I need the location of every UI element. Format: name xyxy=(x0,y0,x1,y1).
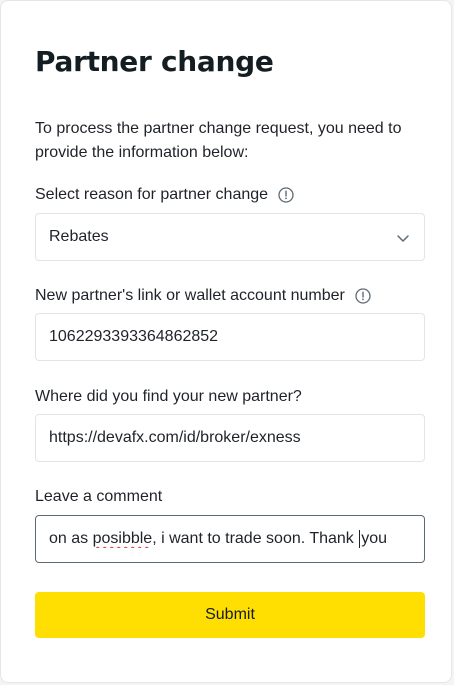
info-icon[interactable] xyxy=(355,288,371,304)
partner-link-label: New partner's link or wallet account num… xyxy=(35,287,345,304)
partner-link-value: 1062293393364862852 xyxy=(49,328,219,345)
chevron-down-icon xyxy=(397,235,409,242)
partner-link-input[interactable]: 1062293393364862852 xyxy=(35,313,425,361)
partner-change-card: Partner change To process the partner ch… xyxy=(0,0,452,683)
source-input[interactable]: https://devafx.com/id/broker/exness xyxy=(35,414,425,462)
comment-text-part: , i want to trade soon. Thank xyxy=(152,530,359,548)
misspelled-word: posibble xyxy=(92,530,153,548)
reason-select-value: Rebates xyxy=(49,228,109,245)
comment-text-part: you xyxy=(361,530,388,548)
comment-input[interactable]: on as posibble, i want to trade soon. Th… xyxy=(35,515,425,563)
source-label-row: Where did you find your new partner? xyxy=(35,387,302,407)
info-icon[interactable] xyxy=(278,187,294,203)
comment-label: Leave a comment xyxy=(35,488,163,505)
partner-link-label-row: New partner's link or wallet account num… xyxy=(35,286,371,306)
reason-label-row: Select reason for partner change xyxy=(35,185,294,205)
source-label: Where did you find your new partner? xyxy=(35,388,302,405)
reason-label: Select reason for partner change xyxy=(35,186,269,203)
comment-text-part: on as xyxy=(49,530,93,548)
reason-select[interactable]: Rebates xyxy=(35,213,425,261)
submit-button[interactable]: Submit xyxy=(35,592,425,638)
page-title: Partner change xyxy=(35,45,274,78)
comment-value: on as posibble, i want to trade soon. Th… xyxy=(49,529,388,548)
comment-label-row: Leave a comment xyxy=(35,487,162,507)
source-value: https://devafx.com/id/broker/exness xyxy=(49,429,301,446)
intro-text: To process the partner change request, y… xyxy=(35,120,402,161)
